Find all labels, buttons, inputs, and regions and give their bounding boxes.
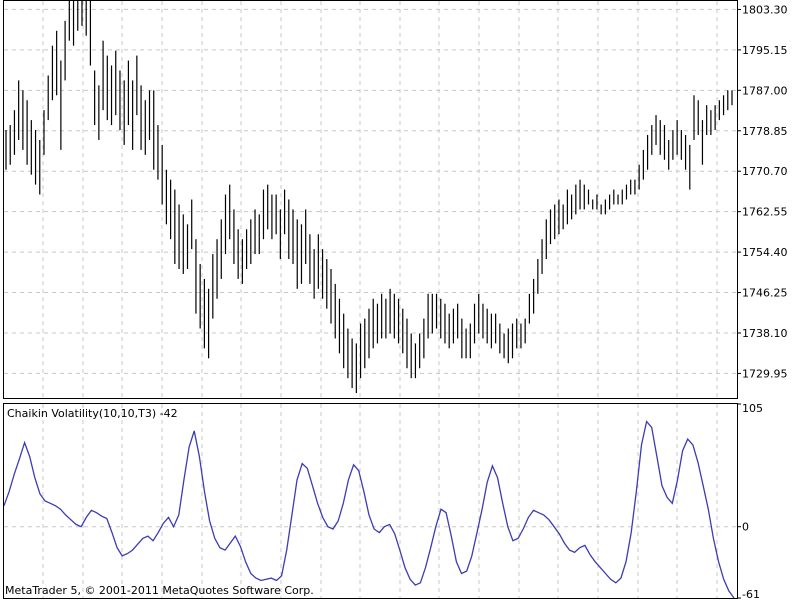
price-tick-label: 1738.10	[742, 327, 788, 340]
price-pane-border	[3, 0, 738, 399]
price-tick-label: 1754.40	[742, 246, 788, 259]
price-bars[interactable]	[5, 0, 733, 394]
price-tick-label: 1803.30	[742, 3, 788, 16]
indicator-pane-border	[3, 403, 738, 599]
indicator-tick-label: 105	[742, 402, 763, 415]
copyright-credit: MetaTrader 5, © 2001-2011 MetaQuotes Sof…	[5, 584, 314, 597]
indicator-tick-label: 0	[742, 521, 749, 534]
indicator-axis: 105 0 -61	[737, 402, 763, 600]
price-pane: 1803.30 1795.15 1787.00 1778.85 1770.70 1762.…	[3, 0, 788, 399]
indicator-grid	[4, 404, 737, 598]
price-tick-label: 1762.55	[742, 206, 788, 219]
indicator-pane: 105 0 -61 Chaikin Volatility(10,10,T3) -42	[3, 402, 763, 600]
price-tick-label: 1729.95	[742, 367, 788, 380]
indicator-label: Chaikin Volatility(10,10,T3) -42	[7, 407, 178, 420]
chaikin-volatility-line[interactable]	[3, 420, 735, 599]
price-tick-label: 1746.25	[742, 287, 788, 300]
price-tick-label: 1778.85	[742, 125, 788, 138]
price-tick-label: 1795.15	[742, 44, 788, 57]
price-tick-label: 1787.00	[742, 84, 788, 97]
chart-canvas: 1803.30 1795.15 1787.00 1778.85 1770.70 1762.…	[3, 0, 788, 600]
price-axis: 1803.30 1795.15 1787.00 1778.85 1770.70 1762.…	[737, 3, 788, 380]
price-tick-label: 1770.70	[742, 165, 788, 178]
indicator-tick-label: -61	[742, 588, 760, 600]
